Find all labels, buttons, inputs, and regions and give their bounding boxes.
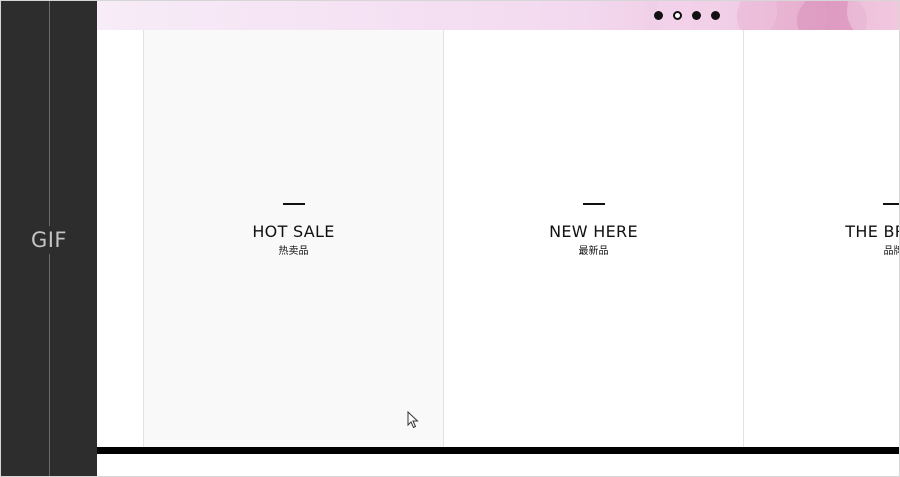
carousel-dot-3[interactable]: [692, 11, 701, 20]
tile-the-brand[interactable]: THE BRAND 品牌: [743, 30, 900, 447]
tile-new-here[interactable]: NEW HERE 最新品: [443, 30, 743, 447]
tile-dash: [582, 203, 605, 205]
mouse-pointer-icon: [407, 411, 419, 429]
tile-title: THE BRAND: [845, 222, 899, 241]
tile-subtitle: 品牌: [883, 246, 900, 257]
top-banner: [97, 1, 899, 30]
tile-dash: [282, 203, 305, 205]
category-tiles: HOT SALE 热卖品 NEW HERE 最新品 THE BRAND 品牌: [97, 30, 899, 447]
banner-petal: [847, 1, 899, 30]
tile-dash: [882, 203, 899, 205]
carousel-dots: [654, 11, 720, 21]
tile-subtitle: 热卖品: [278, 246, 309, 257]
tile-title: HOT SALE: [252, 222, 335, 241]
gif-label: GIF: [1, 226, 97, 254]
tile-subtitle: 最新品: [578, 246, 609, 257]
gif-label-text: GIF: [28, 228, 70, 252]
carousel-dot-4[interactable]: [711, 11, 720, 20]
carousel-dot-1[interactable]: [654, 11, 663, 20]
tile-hot-sale[interactable]: HOT SALE 热卖品: [143, 30, 443, 447]
gif-sidebar: GIF: [1, 1, 97, 476]
bottom-bar: [97, 447, 899, 454]
tile-title: NEW HERE: [549, 222, 638, 241]
carousel-dot-2[interactable]: [673, 11, 682, 20]
screenshot-frame: GIF HOT SALE 热卖品 NEW HERE 最新品 THE BRAND …: [0, 0, 900, 477]
